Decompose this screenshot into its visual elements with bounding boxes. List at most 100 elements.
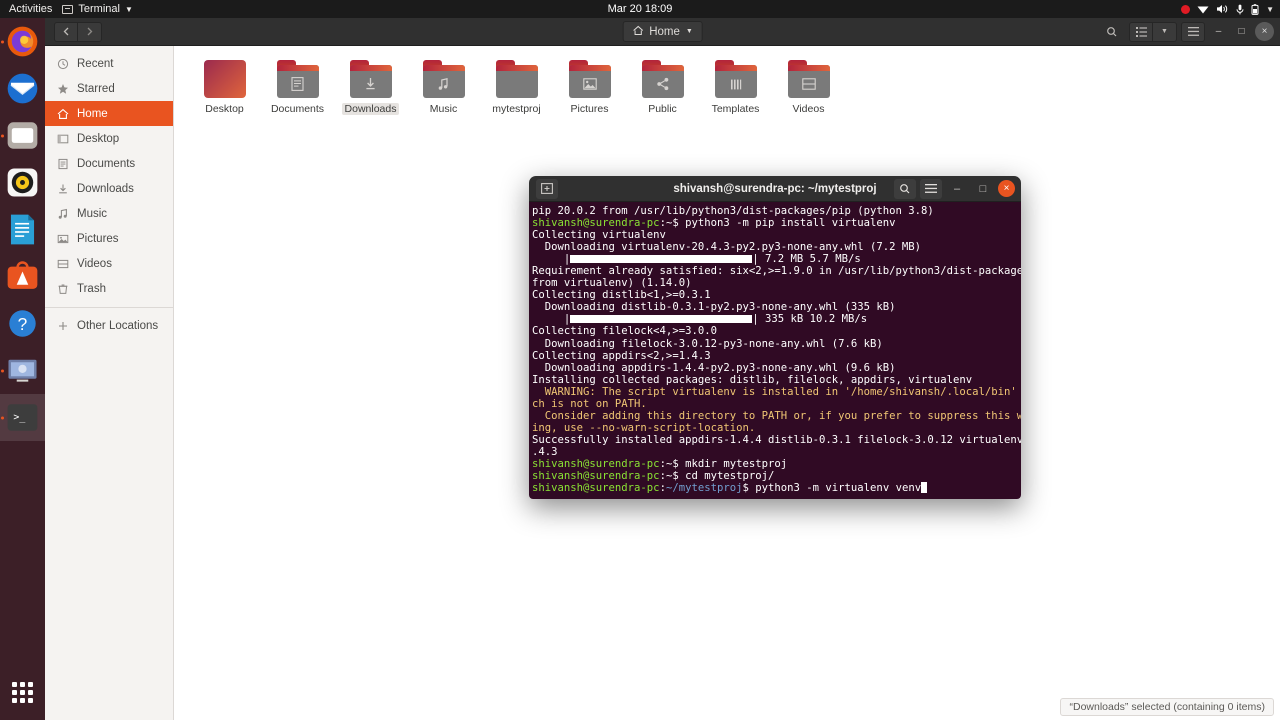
- sidebar-item-label: Recent: [77, 57, 114, 70]
- terminal-output[interactable]: pip 20.0.2 from /usr/lib/python3/dist-pa…: [529, 202, 1021, 499]
- maximize-button[interactable]: □: [972, 179, 994, 199]
- terminal-line: Installing collected packages: distlib, …: [532, 373, 973, 386]
- sidebar-item-label: Downloads: [77, 182, 134, 195]
- microphone-icon: [1236, 4, 1244, 15]
- sidebar-item-label: Videos: [77, 257, 112, 270]
- dock-item-help[interactable]: ?: [0, 300, 45, 347]
- terminal-line: shivansh@surendra-pc:~$ cd mytestproj/: [532, 470, 775, 483]
- navigation-buttons: [54, 21, 102, 42]
- status-bar-floating: “Downloads” selected (containing 0 items…: [1060, 698, 1274, 716]
- terminal-line: shivansh@surendra-pc:~$ mkdir mytestproj: [532, 457, 788, 470]
- system-tray[interactable]: ▼: [1181, 3, 1274, 15]
- folder-mytestproj[interactable]: mytestproj: [480, 58, 553, 115]
- new-tab-icon[interactable]: [536, 178, 558, 199]
- sidebar-item-videos[interactable]: Videos: [45, 251, 173, 276]
- view-dropdown-chevron-down-icon[interactable]: ▼: [1153, 21, 1177, 42]
- sidebar-item-label: Desktop: [77, 132, 120, 145]
- sidebar-item-downloads[interactable]: Downloads: [45, 176, 173, 201]
- close-button[interactable]: ×: [998, 180, 1015, 197]
- files-sidebar: Recent Starred Home Desktop Documents Do…: [45, 46, 174, 720]
- home-icon: [56, 107, 69, 120]
- folder-downloads[interactable]: Downloads: [334, 58, 407, 115]
- svg-text:>_: >_: [13, 412, 25, 423]
- rhythmbox-icon: [7, 168, 38, 197]
- dock-item-libreoffice-writer[interactable]: [0, 206, 45, 253]
- minimize-button[interactable]: –: [1209, 22, 1228, 41]
- chevron-down-icon[interactable]: ▼: [1266, 5, 1274, 14]
- clock[interactable]: Mar 20 18:09: [0, 3, 1280, 15]
- help-icon: ?: [9, 310, 36, 337]
- folder-label: mytestproj: [492, 103, 541, 115]
- sidebar-item-starred[interactable]: Starred: [45, 76, 173, 101]
- folder-templates[interactable]: Templates: [699, 58, 772, 115]
- home-icon: [632, 25, 643, 39]
- terminal-line: pip 20.0.2 from /usr/lib/python3/dist-pa…: [532, 205, 934, 217]
- hamburger-menu-icon[interactable]: [920, 178, 942, 199]
- dock-item-files[interactable]: [0, 112, 45, 159]
- terminal-line: Collecting virtualenv: [532, 229, 666, 242]
- folder-desktop[interactable]: Desktop: [188, 58, 261, 115]
- dock-item-ubuntu-software[interactable]: [0, 253, 45, 300]
- dock-item-thunderbird[interactable]: [0, 65, 45, 112]
- folder-label: Public: [648, 103, 677, 115]
- folder-icon: [349, 60, 392, 98]
- sidebar-item-label: Music: [77, 207, 108, 220]
- dock-item-firefox[interactable]: [0, 18, 45, 65]
- sidebar-item-label: Starred: [77, 82, 115, 95]
- sidebar-item-recent[interactable]: Recent: [45, 51, 173, 76]
- terminal-line: shivansh@surendra-pc:~/mytestproj$ pytho…: [532, 482, 1017, 494]
- sidebar-item-label: Other Locations: [77, 319, 159, 332]
- thunderbird-icon: [7, 73, 38, 104]
- sidebar-item-music[interactable]: Music: [45, 201, 173, 226]
- path-bar[interactable]: Home ▼: [622, 21, 703, 42]
- terminal-line: .4.3: [532, 445, 558, 458]
- chevron-down-icon[interactable]: ▼: [686, 28, 693, 35]
- files-icon: [7, 122, 38, 149]
- desktop-icon: [56, 132, 69, 145]
- plus-icon: [56, 319, 69, 332]
- folder-pictures[interactable]: Pictures: [553, 58, 626, 115]
- hamburger-menu-icon[interactable]: [1181, 21, 1205, 42]
- terminal-line: shivansh@surendra-pc:~$ python3 -m pip i…: [532, 217, 896, 230]
- terminal-line: from virtualenv) (1.14.0): [532, 277, 692, 290]
- list-view-icon[interactable]: [1129, 21, 1153, 42]
- header-right-controls: ▼ – □ ×: [1099, 21, 1274, 42]
- show-applications-button[interactable]: [0, 672, 45, 712]
- dock-item-terminal[interactable]: >_: [0, 394, 45, 441]
- folder-public[interactable]: Public: [626, 58, 699, 115]
- music-icon: [56, 207, 69, 220]
- maximize-button[interactable]: □: [1232, 22, 1251, 41]
- folder-label: Templates: [711, 103, 760, 115]
- sidebar-item-label: Documents: [77, 157, 136, 170]
- search-icon[interactable]: [1099, 21, 1125, 42]
- folder-icon: [276, 60, 319, 98]
- terminal-line: Downloading virtualenv-20.4.3-py2.py3-no…: [532, 241, 922, 254]
- forward-button[interactable]: [78, 21, 102, 42]
- sidebar-item-desktop[interactable]: Desktop: [45, 126, 173, 151]
- folder-music[interactable]: Music: [407, 58, 480, 115]
- folder-label: Pictures: [570, 103, 609, 115]
- dock-item-settings[interactable]: [0, 347, 45, 394]
- terminal-line: Collecting appdirs<2,>=1.4.3: [532, 349, 711, 362]
- search-icon[interactable]: [894, 178, 916, 199]
- sidebar-item-label: Home: [77, 107, 108, 120]
- sidebar-item-trash[interactable]: Trash: [45, 276, 173, 301]
- sidebar-item-home[interactable]: Home: [45, 101, 173, 126]
- ubuntu-software-icon: [7, 261, 38, 289]
- progress-bar: [570, 255, 753, 264]
- documents-icon: [56, 157, 69, 170]
- sidebar-divider: [45, 307, 173, 308]
- star-icon: [56, 82, 69, 95]
- folder-documents[interactable]: Documents: [261, 58, 334, 115]
- folder-icon: [787, 60, 830, 98]
- sidebar-item-other-locations[interactable]: Other Locations: [45, 313, 173, 338]
- back-button[interactable]: [54, 21, 78, 42]
- close-button[interactable]: ×: [1255, 22, 1274, 41]
- folder-grid: Desktop Documents Downloads Music mytest…: [188, 58, 1280, 115]
- sidebar-item-documents[interactable]: Documents: [45, 151, 173, 176]
- sidebar-item-pictures[interactable]: Pictures: [45, 226, 173, 251]
- folder-label: Documents: [270, 103, 325, 115]
- dock-item-rhythmbox[interactable]: [0, 159, 45, 206]
- folder-videos[interactable]: Videos: [772, 58, 845, 115]
- minimize-button[interactable]: –: [946, 179, 968, 199]
